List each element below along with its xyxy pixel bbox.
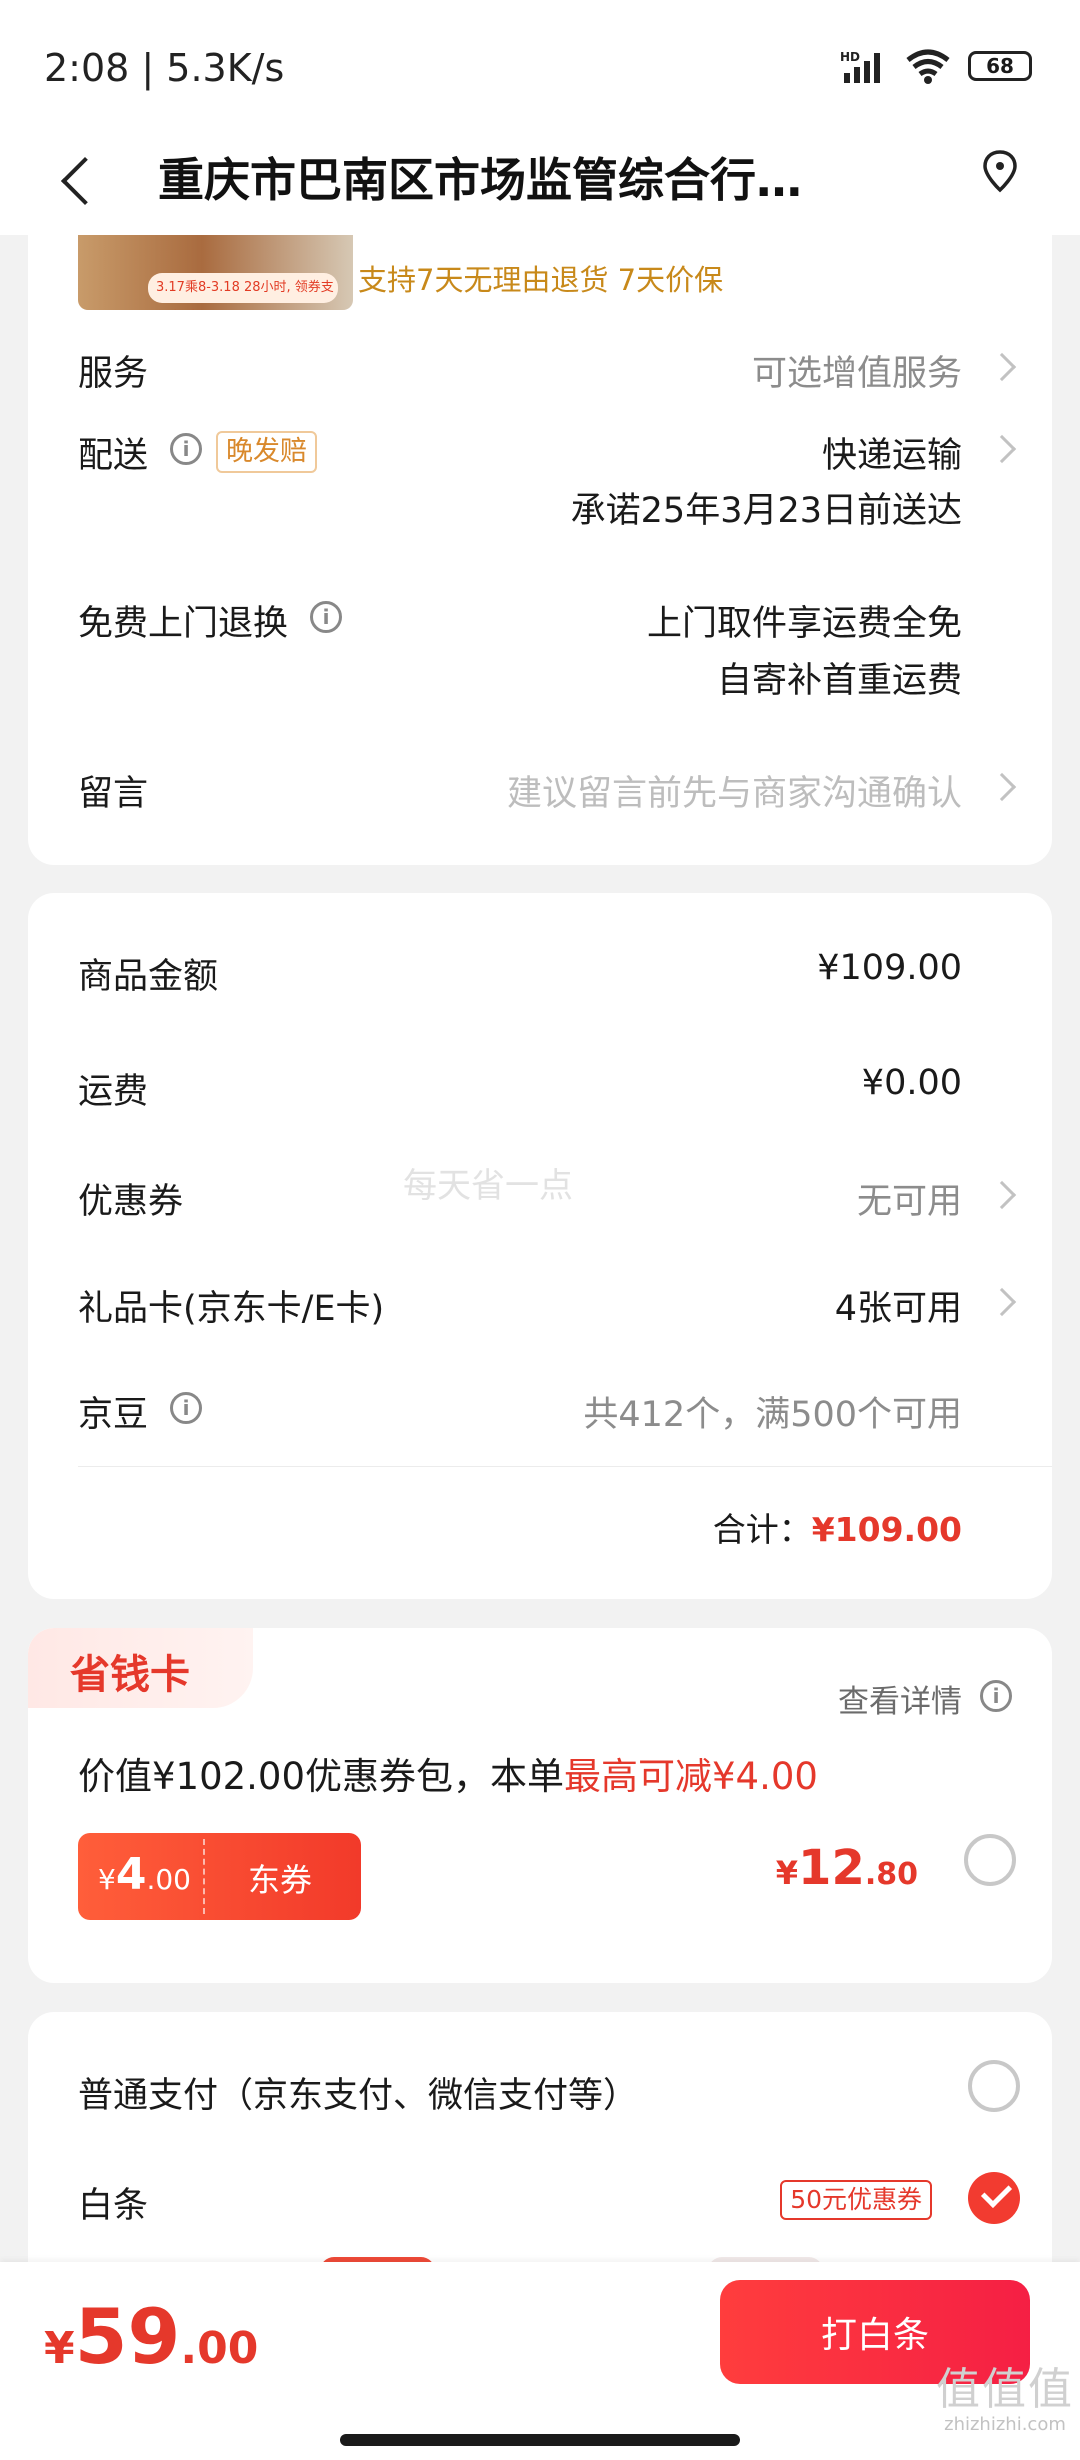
wifi-icon	[906, 49, 950, 84]
location-pin-icon[interactable]	[980, 148, 1020, 198]
chevron-right-icon[interactable]	[987, 1180, 1017, 1210]
home-indicator[interactable]	[340, 2434, 740, 2446]
watermark-text: 每天省一点	[403, 1166, 573, 1206]
corner-watermark: 值值值 zhizhizhi.com	[936, 2364, 1074, 2436]
coupon-divider	[203, 1839, 205, 1914]
product-thumbnail[interactable]: 3.17乘8-3.18 28小时, 领券支付享5折	[78, 235, 353, 310]
divider	[78, 1466, 1052, 1467]
savings-card-radio[interactable]	[964, 1834, 1016, 1886]
status-bar: 2:08 | 5.3K/s HD 68	[0, 0, 1080, 130]
chevron-right-icon[interactable]	[987, 352, 1017, 382]
coupon-value[interactable]: 无可用	[857, 1173, 962, 1224]
chevron-right-icon[interactable]	[987, 1287, 1017, 1317]
product-promo-banner: 3.17乘8-3.18 28小时, 领券支付享5折	[148, 273, 338, 303]
savings-card: 省钱卡 查看详情 i 价值¥102.00优惠券包，本单最高可减¥4.00 ¥4.…	[28, 1628, 1052, 1983]
message-input[interactable]: 建议留言前先与商家沟通确认	[507, 765, 962, 816]
savings-card-price: ¥12.80	[776, 1840, 918, 1896]
delivery-promise: 承诺25年3月23日前送达	[570, 491, 962, 531]
savings-desc-prefix: 价值¥102.00优惠券包，本单	[78, 1755, 565, 1798]
shipping-label: 运费	[78, 1072, 149, 1112]
final-price-int: 59	[74, 2292, 181, 2381]
coupon-amount-int: 4	[115, 1849, 147, 1900]
svg-text:HD: HD	[840, 50, 860, 64]
normal-payment-label[interactable]: 普通支付（京东支付、微信支付等）	[78, 2067, 638, 2118]
free-return-line1: 上门取件享运费全免	[646, 604, 962, 644]
free-return-label: 免费上门退换	[78, 604, 289, 644]
address-title[interactable]: 重庆市巴南区市场监管综合行…	[158, 144, 802, 210]
coupon-currency: ¥	[98, 1863, 116, 1896]
service-value[interactable]: 可选增值服务	[752, 345, 962, 396]
product-service-tags: 支持7天无理由退货 7天价保	[358, 263, 724, 297]
battery-icon: 68	[968, 51, 1032, 81]
message-label: 留言	[78, 774, 149, 814]
coupon-amount-dec: .00	[146, 1863, 191, 1896]
baitiao-label[interactable]: 白条	[78, 2177, 148, 2228]
watermark-url: zhizhizhi.com	[944, 2414, 1066, 2435]
status-icons: HD 68	[840, 48, 1032, 84]
signal-icon: HD	[840, 50, 880, 83]
coupon-ticket[interactable]: ¥4.00 东券	[78, 1833, 361, 1920]
final-price: ¥59.00	[44, 2292, 258, 2381]
status-time: 2:08 | 5.3K/s	[44, 46, 285, 90]
watermark-logo: 值值值	[936, 2364, 1074, 2415]
savings-card-description: 价值¥102.00优惠券包，本单最高可减¥4.00	[78, 1746, 818, 1800]
shipping-value: ¥0.00	[861, 1063, 962, 1103]
goods-amount-value: ¥109.00	[817, 948, 962, 988]
coupon-amount: ¥4.00	[98, 1849, 191, 1900]
info-icon[interactable]: i	[170, 1392, 202, 1424]
goods-amount-label: 商品金额	[78, 957, 219, 997]
chevron-right-icon[interactable]	[987, 434, 1017, 464]
order-details-card: 3.17乘8-3.18 28小时, 领券支付享5折 支持7天无理由退货 7天价保…	[28, 235, 1052, 865]
info-icon[interactable]: i	[170, 433, 202, 465]
nav-header: 重庆市巴南区市场监管综合行…	[0, 130, 1080, 235]
final-price-currency: ¥	[44, 2323, 75, 2374]
savings-desc-highlight: 最高可减¥4.00	[564, 1755, 818, 1798]
total-label: 合计：	[712, 1510, 812, 1549]
jd-beans-value: 共412个，满500个可用	[583, 1395, 962, 1435]
late-compensation-tag: 晚发赔	[216, 431, 317, 473]
price-dec: .80	[864, 1857, 918, 1892]
checkout-bar: ¥59.00 打白条 值值值 zhizhizhi.com	[0, 2262, 1080, 2460]
giftcard-label: 礼品卡(京东卡/E卡)	[78, 1289, 385, 1329]
price-currency: ¥	[775, 1854, 799, 1892]
baitiao-coupon-badge[interactable]: 50元优惠券	[780, 2180, 932, 2220]
info-icon[interactable]: i	[980, 1680, 1012, 1712]
normal-payment-radio[interactable]	[968, 2060, 1020, 2112]
baitiao-radio-checked[interactable]	[968, 2172, 1020, 2224]
back-arrow-icon[interactable]	[52, 140, 112, 220]
coupon-type: 东券	[248, 1861, 313, 1899]
info-icon[interactable]: i	[310, 601, 342, 633]
order-total: 合计：¥109.00	[713, 1503, 962, 1551]
price-int: 12	[798, 1840, 865, 1896]
final-price-dec: .00	[180, 2323, 259, 2374]
free-return-line2: 自寄补首重运费	[716, 661, 962, 701]
service-label: 服务	[78, 354, 149, 394]
price-summary-card: 商品金额 ¥109.00 运费 ¥0.00 每天省一点 优惠券 无可用 礼品卡(…	[28, 893, 1052, 1599]
delivery-label: 配送	[78, 436, 149, 476]
giftcard-value[interactable]: 4张可用	[835, 1280, 962, 1331]
coupon-label: 优惠券	[78, 1182, 184, 1222]
jd-beans-label: 京豆	[78, 1395, 149, 1435]
view-details-link[interactable]: 查看详情	[838, 1676, 962, 1721]
delivery-method[interactable]: 快递运输	[822, 427, 962, 478]
savings-card-title: 省钱卡	[70, 1652, 190, 1698]
total-value: ¥109.00	[811, 1510, 962, 1549]
chevron-right-icon[interactable]	[987, 772, 1017, 802]
